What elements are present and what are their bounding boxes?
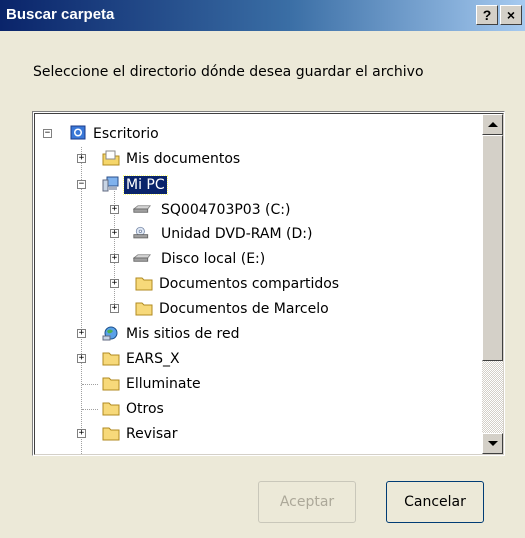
folder-icon xyxy=(135,302,153,316)
expand-toggle[interactable]: + xyxy=(77,429,86,438)
tree-item-label: Revisar xyxy=(126,426,178,442)
folder-icon xyxy=(102,377,120,391)
expand-toggle[interactable]: + xyxy=(110,279,119,288)
close-button[interactable]: × xyxy=(500,5,522,25)
folder-tree[interactable]: − Escritorio + Mis documentos − Mi PC + … xyxy=(32,111,505,456)
expand-toggle[interactable]: + xyxy=(110,254,119,263)
collapse-toggle[interactable]: − xyxy=(43,129,52,138)
desktop-icon xyxy=(70,125,86,140)
scroll-thumb[interactable] xyxy=(482,135,503,361)
expand-toggle[interactable]: + xyxy=(110,304,119,313)
folder-icon xyxy=(102,402,120,416)
tree-item-label: EARS_X xyxy=(126,351,180,367)
my-documents-icon xyxy=(102,150,120,166)
my-computer-icon xyxy=(102,176,119,192)
tree-item-label: Escritorio xyxy=(93,126,159,142)
vertical-scrollbar[interactable] xyxy=(482,114,503,454)
help-button[interactable]: ? xyxy=(476,5,498,25)
arrow-down-icon xyxy=(488,441,498,446)
tree-item-label: Mi PC xyxy=(123,175,168,195)
tree-viewport: − Escritorio + Mis documentos − Mi PC + … xyxy=(34,113,504,455)
network-places-icon xyxy=(102,326,118,341)
tree-line xyxy=(82,409,98,411)
browse-folder-dialog: Buscar carpeta ? × Seleccione el directo… xyxy=(0,0,525,538)
instruction-text: Seleccione el directorio dónde desea gua… xyxy=(33,64,424,80)
tree-item-label: Elluminate xyxy=(126,376,201,392)
tree-line xyxy=(114,184,116,310)
cancel-button[interactable]: Cancelar xyxy=(386,481,484,523)
tree-item-label: Otros xyxy=(126,401,164,417)
arrow-up-icon xyxy=(488,122,498,127)
ok-button[interactable]: Aceptar xyxy=(258,481,356,523)
tree-item-label: Disco local (E:) xyxy=(161,251,266,267)
tree-item-label: Unidad DVD-RAM (D:) xyxy=(161,226,313,242)
dvd-drive-icon xyxy=(133,226,149,239)
tree-item-label: Mis sitios de red xyxy=(126,326,240,342)
expand-toggle[interactable]: + xyxy=(77,154,86,163)
collapse-toggle[interactable]: − xyxy=(77,180,86,189)
tree-item-label: Documentos de Marcelo xyxy=(159,301,329,317)
folder-icon xyxy=(102,427,120,441)
tree-item-label: SQ004703P03 (C:) xyxy=(161,202,291,218)
dialog-title: Buscar carpeta xyxy=(6,6,115,23)
tree-line xyxy=(82,384,98,386)
scroll-up-button[interactable] xyxy=(482,114,503,135)
expand-toggle[interactable]: + xyxy=(110,229,119,238)
hard-drive-icon xyxy=(133,254,151,262)
expand-toggle[interactable]: + xyxy=(77,329,86,338)
folder-icon xyxy=(135,277,153,291)
tree-item-label: Documentos compartidos xyxy=(159,276,340,292)
expand-toggle[interactable]: + xyxy=(77,354,86,363)
hard-drive-icon xyxy=(133,205,151,213)
scroll-down-button[interactable] xyxy=(482,433,503,454)
folder-icon xyxy=(102,352,120,366)
expand-toggle[interactable]: + xyxy=(110,205,119,214)
title-bar[interactable]: Buscar carpeta ? × xyxy=(0,0,525,31)
tree-item-label: Mis documentos xyxy=(126,151,241,167)
